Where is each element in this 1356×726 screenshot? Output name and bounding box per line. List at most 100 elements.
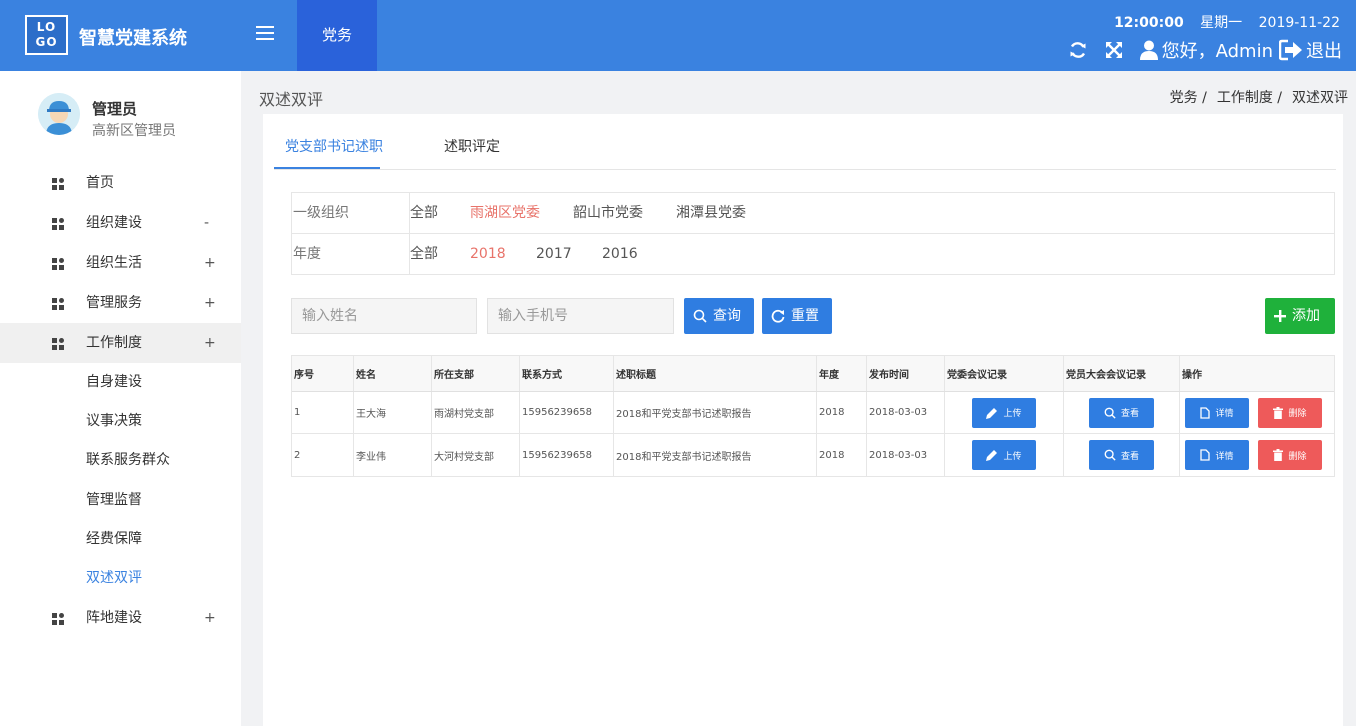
detail-button[interactable]: 详情 [1185, 397, 1249, 428]
table-header: 序号 姓名 所在支部 联系方式 述职标题 年度 发布时间 党委会议记录 党员大会… [292, 356, 1334, 392]
filter-option[interactable]: 2017 [536, 234, 572, 275]
sidebar-item-base-building[interactable]: 阵地建设 + [0, 598, 241, 638]
cell-phone: 15956239658 [520, 434, 614, 476]
profile-name: 管理员 [92, 100, 138, 118]
expand-toggle: + [204, 295, 216, 311]
logout-icon[interactable] [1279, 39, 1303, 61]
filter-option[interactable]: 韶山市党委 [573, 193, 643, 234]
upload-button[interactable]: 上传 [972, 440, 1036, 470]
cell-title: 2018和平党支部书记述职报告 [614, 392, 817, 433]
submenu-item-self-building[interactable]: 自身建设 [0, 363, 241, 402]
reset-button[interactable]: 重置 [762, 298, 832, 334]
phone-input[interactable]: 输入手机号 [487, 298, 674, 334]
col-header: 联系方式 [520, 356, 614, 391]
pencil-icon [986, 450, 998, 461]
query-button[interactable]: 查询 [684, 298, 754, 334]
submenu-item-supervision[interactable]: 管理监督 [0, 481, 241, 520]
breadcrumb-item[interactable]: 工作制度 / [1217, 90, 1282, 106]
filter-option[interactable]: 湘潭县党委 [676, 193, 746, 234]
filter-option[interactable]: 2016 [602, 234, 638, 275]
upload-button[interactable]: 上传 [972, 397, 1036, 428]
filter-label: 一级组织 [292, 193, 410, 234]
sidebar-item-label: 阵地建设 [86, 610, 142, 627]
sidebar-item-home[interactable]: 首页 [0, 163, 241, 203]
refresh-icon[interactable] [1068, 40, 1088, 60]
cell-name: 王大海 [354, 392, 432, 433]
fullscreen-icon[interactable] [1104, 40, 1124, 60]
menu-toggle-icon[interactable] [256, 26, 274, 42]
sidebar-item-label: 组织生活 [86, 255, 142, 271]
col-header: 党员大会会议记录 [1064, 356, 1180, 391]
filter-option-selected[interactable]: 雨湖区党委 [470, 193, 540, 234]
delete-button[interactable]: 删除 [1258, 440, 1322, 470]
top-header: LO GO 智慧党建系统 党务 12:00:00 星期一 2019-11-22 [0, 0, 1356, 71]
cell-branch: 大河村党支部 [432, 434, 520, 476]
submenu-item-decision-making[interactable]: 议事决策 [0, 402, 241, 441]
delete-label: 删除 [1288, 451, 1307, 462]
expand-toggle: - [204, 215, 210, 231]
detail-label: 详情 [1215, 451, 1234, 462]
filter-label: 年度 [292, 234, 410, 275]
search-icon [1104, 449, 1116, 461]
document-icon [1200, 406, 1211, 419]
app-title: 智慧党建系统 [79, 28, 187, 49]
breadcrumb: 党务 / 工作制度 / 双述双评 [1170, 87, 1348, 107]
filter-option-selected[interactable]: 2018 [470, 234, 506, 275]
expand-toggle: + [204, 335, 216, 351]
page-title: 双述双评 [259, 90, 324, 109]
logout-link[interactable]: 退出 [1306, 37, 1342, 63]
clock-weekday: 星期一 [1200, 15, 1243, 31]
breadcrumb-item[interactable]: 党务 / [1170, 90, 1207, 106]
filter-option[interactable]: 全部 [410, 234, 438, 275]
active-tab-indicator [274, 167, 380, 169]
submenu-item-funding[interactable]: 经费保障 [0, 520, 241, 559]
view-button[interactable]: 查看 [1089, 397, 1154, 428]
view-button[interactable]: 查看 [1089, 440, 1154, 470]
sidebar-item-label: 组织建设 [86, 215, 142, 231]
delete-label: 删除 [1288, 409, 1307, 419]
submenu-item-dual-review[interactable]: 双述双评 [0, 559, 241, 598]
table-row: 1 王大海 雨湖村党支部 15956239658 2018和平党支部书记述职报告… [292, 392, 1334, 434]
submenu-item-serve-masses[interactable]: 联系服务群众 [0, 441, 241, 480]
logo-text: LO GO [35, 20, 58, 49]
sidebar-item-management-service[interactable]: 管理服务 + [0, 283, 241, 323]
sidebar-item-work-system[interactable]: 工作制度 + [0, 323, 241, 363]
sidebar-item-label: 管理服务 [86, 295, 142, 311]
tab-bar: 党支部书记述职 述职评定 [274, 128, 1336, 170]
trash-icon [1273, 406, 1284, 419]
cell-committee-record: 上传 [945, 434, 1064, 476]
name-input[interactable]: 输入姓名 [291, 298, 477, 334]
profile-role: 高新区管理员 [92, 123, 176, 139]
sidebar-item-org-life[interactable]: 组织生活 + [0, 243, 241, 283]
grid-icon [52, 298, 64, 310]
main-content: 党支部书记述职 述职评定 一级组织 全部 雨湖区党委 韶山市党委 湘潭县党委 年… [263, 114, 1343, 726]
tab-report-evaluation[interactable]: 述职评定 [444, 136, 500, 156]
delete-button[interactable]: 删除 [1258, 397, 1322, 428]
sidebar-item-org-building[interactable]: 组织建设 - [0, 203, 241, 243]
grid-icon [52, 178, 64, 190]
cell-date: 2018-03-03 [867, 392, 945, 433]
clock: 12:00:00 星期一 2019-11-22 [1114, 12, 1340, 32]
pencil-icon [986, 407, 998, 419]
view-label: 查看 [1120, 451, 1139, 462]
col-header: 年度 [817, 356, 867, 391]
detail-button[interactable]: 详情 [1185, 440, 1249, 470]
report-table: 序号 姓名 所在支部 联系方式 述职标题 年度 发布时间 党委会议记录 党员大会… [291, 355, 1335, 477]
cell-no: 2 [292, 434, 354, 476]
table-row: 2 李业伟 大河村党支部 15956239658 2018和平党支部书记述职报告… [292, 434, 1334, 476]
add-button[interactable]: 添加 [1265, 298, 1335, 334]
col-header: 操作 [1182, 370, 1202, 381]
filter-panel: 一级组织 全部 雨湖区党委 韶山市党委 湘潭县党委 年度 全部 2018 201… [291, 192, 1335, 275]
plus-icon [1274, 310, 1286, 322]
upload-label: 上传 [1003, 409, 1022, 419]
trash-icon [1273, 449, 1284, 461]
top-tab-party-affairs[interactable]: 党务 [297, 0, 377, 71]
header-tools: 您好，Admin 退出 [1068, 36, 1342, 64]
add-label: 添加 [1292, 308, 1320, 324]
cell-title: 2018和平党支部书记述职报告 [614, 434, 817, 476]
filter-option[interactable]: 全部 [410, 193, 438, 234]
tab-secretary-report[interactable]: 党支部书记述职 [285, 136, 383, 156]
query-label: 查询 [713, 308, 741, 324]
cell-actions: 详情 删除 [1180, 392, 1334, 433]
cell-actions: 详情 删除 [1180, 434, 1334, 476]
